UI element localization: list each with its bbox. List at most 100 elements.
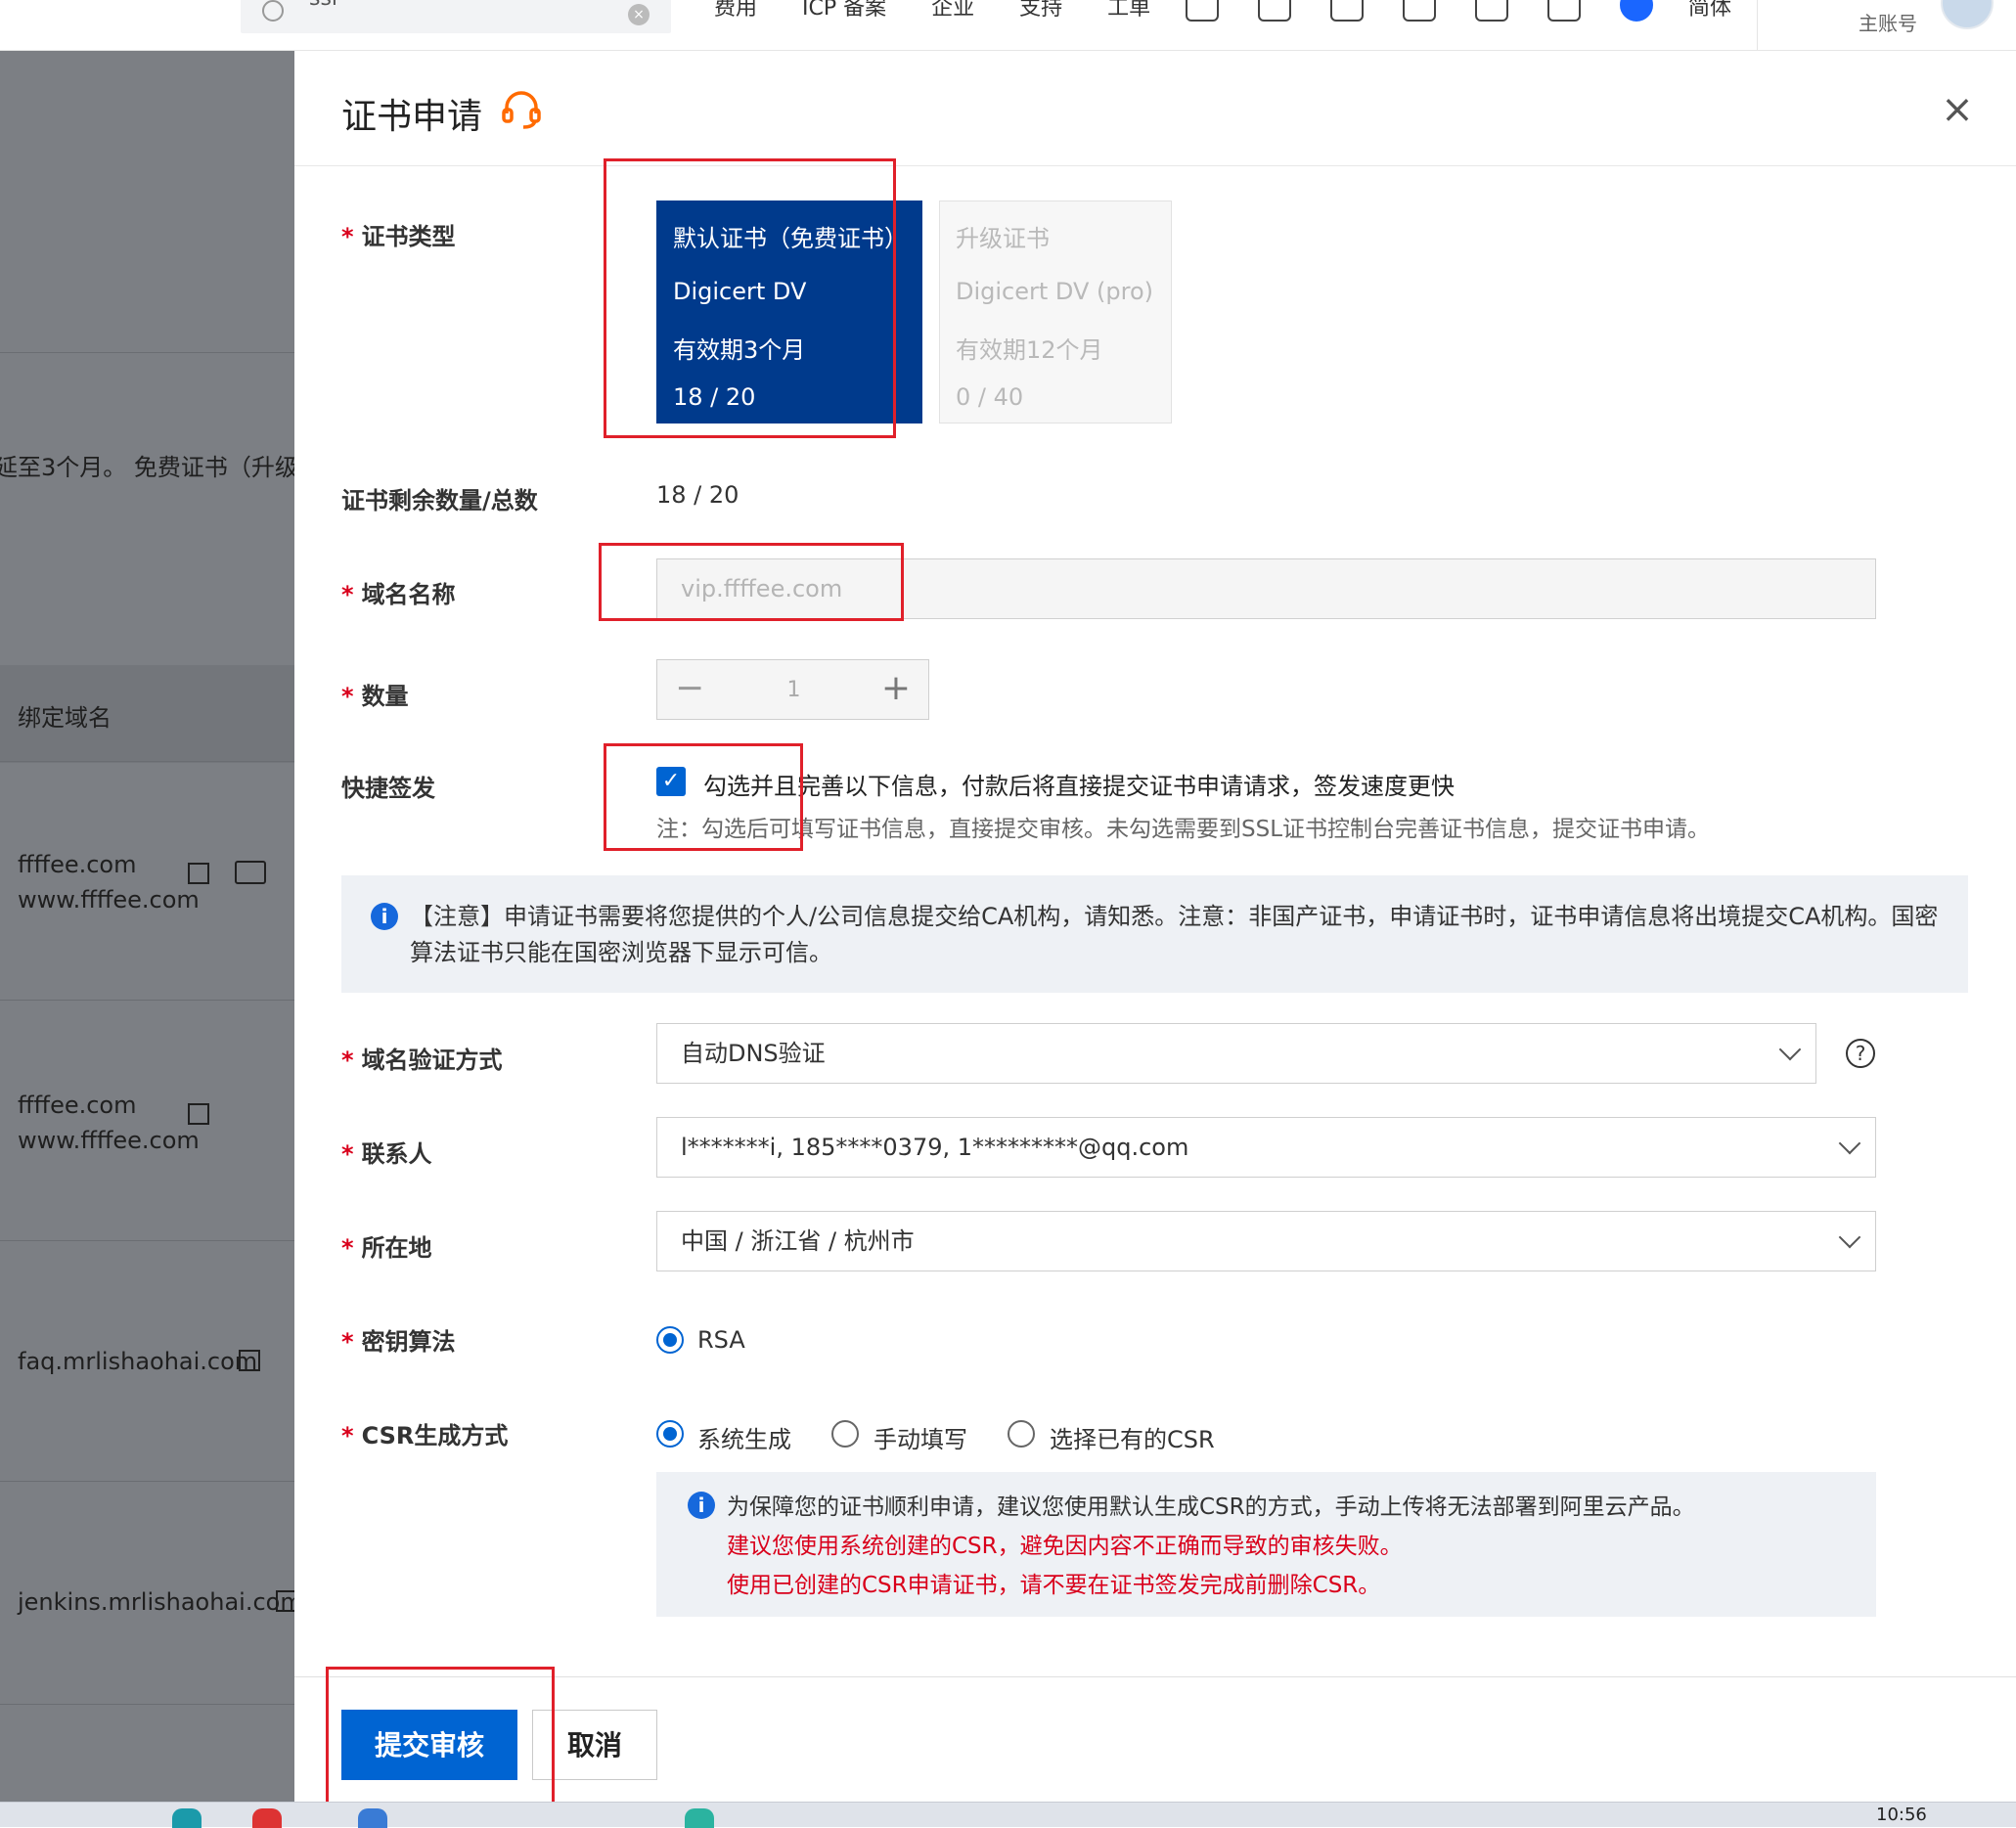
bg-description: 延至3个月。 免费证书（升级证 bbox=[0, 454, 294, 481]
console-icon[interactable] bbox=[1186, 0, 1219, 22]
verify-method-select[interactable]: 自动DNS验证 bbox=[656, 1023, 1816, 1084]
nav-link-icp[interactable]: ICP 备案 bbox=[802, 0, 886, 22]
card-product: Digicert DV (pro) bbox=[956, 278, 1154, 305]
copy-icon[interactable] bbox=[276, 1590, 294, 1612]
card-count: 18 / 20 bbox=[673, 383, 756, 411]
chevron-down-icon bbox=[1838, 1132, 1861, 1155]
info-icon: i bbox=[688, 1492, 715, 1519]
search-box[interactable]: ssl × bbox=[241, 0, 671, 33]
bg-domain: ffffee.com bbox=[18, 851, 137, 878]
radio-csr-manual[interactable] bbox=[831, 1420, 859, 1448]
bell-icon[interactable] bbox=[1330, 0, 1364, 22]
cert-card-upgrade[interactable]: 升级证书 Digicert DV (pro) 有效期12个月 0 / 40 bbox=[939, 201, 1172, 424]
radio-rsa-label[interactable]: RSA bbox=[697, 1326, 745, 1354]
contact-value: l*******i, 185****0379, 1*********@qq.co… bbox=[681, 1134, 1189, 1161]
copy-icon[interactable] bbox=[188, 1103, 209, 1125]
radio-csr-system-label[interactable]: 系统生成 bbox=[697, 1420, 791, 1454]
bg-domain: www.ffffee.com bbox=[18, 886, 200, 914]
cancel-button[interactable]: 取消 bbox=[532, 1710, 657, 1780]
bg-domain: faq.mrlishaohai.com bbox=[18, 1348, 258, 1375]
cert-type-label: * 证书类型 bbox=[341, 223, 456, 250]
card-validity: 有效期12个月 bbox=[956, 336, 1103, 364]
bg-divider bbox=[0, 1240, 294, 1241]
quick-issue-label: 快捷签发 bbox=[341, 775, 435, 802]
csr-tips: i 为保障您的证书顺利申请，建议您使用默认生成CSR的方式，手动上传将无法部署到… bbox=[656, 1472, 1876, 1617]
search-input[interactable]: ssl bbox=[309, 0, 337, 11]
account-label[interactable]: 主账号 bbox=[1859, 8, 1917, 36]
app-icon[interactable] bbox=[172, 1808, 202, 1828]
cart-icon[interactable] bbox=[1403, 0, 1436, 22]
lightbulb-icon[interactable] bbox=[1475, 0, 1508, 22]
domain-input[interactable]: vip.ffffee.com bbox=[656, 558, 1876, 619]
nav-link-enterprise[interactable]: 企业 bbox=[931, 0, 974, 22]
copy-icon[interactable] bbox=[239, 1350, 260, 1371]
csr-tip-warning: 建议您使用系统创建的CSR，避免因内容不正确而导致的审核失败。 bbox=[727, 1534, 1403, 1559]
location-value: 中国 / 浙江省 / 杭州市 bbox=[681, 1227, 915, 1255]
avatar[interactable] bbox=[1941, 0, 1994, 29]
bg-divider bbox=[0, 1481, 294, 1482]
radio-csr-existing[interactable] bbox=[1008, 1420, 1035, 1448]
bg-divider bbox=[0, 352, 294, 353]
bg-domain: ffffee.com bbox=[18, 1092, 137, 1119]
verify-method-label: * 域名验证方式 bbox=[341, 1047, 503, 1074]
submit-review-button[interactable]: 提交审核 bbox=[341, 1710, 517, 1780]
location-select[interactable]: 中国 / 浙江省 / 杭州市 bbox=[656, 1211, 1876, 1271]
location-label: * 所在地 bbox=[341, 1234, 432, 1262]
quick-issue-checkbox[interactable]: ✓ bbox=[656, 767, 686, 796]
nav-link-ticket[interactable]: 工单 bbox=[1107, 0, 1150, 22]
clear-icon[interactable]: × bbox=[628, 4, 650, 25]
taskbar: 10:56 bbox=[0, 1802, 2016, 1828]
chevron-down-icon bbox=[1778, 1038, 1802, 1061]
info-icon: i bbox=[371, 903, 398, 930]
bg-domain: jenkins.mrlishaohai.com bbox=[18, 1588, 294, 1616]
key-algo-label: * 密钥算法 bbox=[341, 1328, 456, 1356]
contact-label: * 联系人 bbox=[341, 1140, 432, 1168]
app-icon[interactable] bbox=[685, 1808, 714, 1828]
plus-icon[interactable]: + bbox=[881, 660, 911, 717]
radio-rsa[interactable] bbox=[656, 1326, 684, 1354]
domain-label: * 域名名称 bbox=[341, 581, 456, 608]
quick-issue-note: 注：勾选后可填写证书信息，直接提交审核。未勾选需要到SSL证书控制台完善证书信息… bbox=[656, 817, 1711, 842]
close-icon[interactable]: × bbox=[1938, 90, 1977, 129]
search-icon bbox=[262, 0, 284, 22]
quantity-stepper[interactable]: 1 − + bbox=[656, 659, 929, 720]
nav-links: 费用 ICP 备案 企业 支持 工单 bbox=[714, 0, 1150, 22]
quick-issue-text[interactable]: 勾选并且完善以下信息，付款后将直接提交证书申请请求，签发速度更快 bbox=[703, 767, 1455, 801]
cert-card-default[interactable]: 默认证书（免费证书） Digicert DV 有效期3个月 18 / 20 bbox=[656, 201, 922, 424]
verify-method-value: 自动DNS验证 bbox=[681, 1040, 826, 1067]
remaining-label: 证书剩余数量/总数 bbox=[341, 487, 538, 514]
minus-icon[interactable]: − bbox=[675, 660, 704, 717]
background-page: 延至3个月。 免费证书（升级证 绑定域名 ffffee.com www.ffff… bbox=[0, 51, 294, 1802]
csr-tip-line: 为保障您的证书顺利申请，建议您使用默认生成CSR的方式，手动上传将无法部署到阿里… bbox=[727, 1494, 1695, 1520]
image-icon[interactable] bbox=[1258, 0, 1291, 22]
radio-csr-existing-label[interactable]: 选择已有的CSR bbox=[1050, 1420, 1215, 1454]
question-icon[interactable]: ? bbox=[1846, 1039, 1875, 1068]
quantity-label: * 数量 bbox=[341, 683, 409, 710]
nav-link-fees[interactable]: 费用 bbox=[714, 0, 757, 22]
contact-select[interactable]: l*******i, 185****0379, 1*********@qq.co… bbox=[656, 1117, 1876, 1178]
radio-csr-system[interactable] bbox=[656, 1420, 684, 1448]
top-nav: ssl × 费用 ICP 备案 企业 支持 工单 简体 主账号 bbox=[0, 0, 2016, 51]
nav-link-support[interactable]: 支持 bbox=[1019, 0, 1062, 22]
copy-icon[interactable] bbox=[188, 863, 209, 884]
bg-divider bbox=[0, 761, 294, 762]
ca-notice: i 【注意】申请证书需要将您提供的个人/公司信息提交给CA机构，请知悉。注意：非… bbox=[341, 875, 1968, 993]
app-icon[interactable] bbox=[358, 1808, 387, 1828]
language-switch[interactable]: 简体 bbox=[1688, 0, 1731, 22]
drawer-footer: 提交审核 取消 bbox=[294, 1676, 2016, 1802]
headset-icon[interactable] bbox=[500, 90, 543, 129]
csr-tip-warning: 使用已创建的CSR申请证书，请不要在证书签发完成前删除CSR。 bbox=[727, 1573, 1381, 1598]
monitor-icon[interactable] bbox=[235, 861, 266, 884]
app-icon[interactable] bbox=[252, 1808, 282, 1828]
certificate-drawer: 证书申请 × * 证书类型 默认证书（免费证书） Digicert DV 有效期3… bbox=[294, 51, 2016, 1802]
help-icon[interactable] bbox=[1547, 0, 1581, 22]
drawer-title: 证书申请 bbox=[341, 97, 483, 137]
assistant-icon[interactable] bbox=[1620, 0, 1653, 22]
drawer-header: 证书申请 × bbox=[294, 51, 2016, 166]
ca-notice-text: 【注意】申请证书需要将您提供的个人/公司信息提交给CA机构，请知悉。注意：非国产… bbox=[410, 903, 1939, 966]
bg-bind-domain-header: 绑定域名 bbox=[18, 704, 112, 732]
radio-csr-manual-label[interactable]: 手动填写 bbox=[874, 1420, 967, 1454]
csr-method-label: * CSR生成方式 bbox=[341, 1422, 509, 1449]
clock: 10:56 bbox=[1876, 1805, 1927, 1825]
card-validity: 有效期3个月 bbox=[673, 336, 806, 364]
